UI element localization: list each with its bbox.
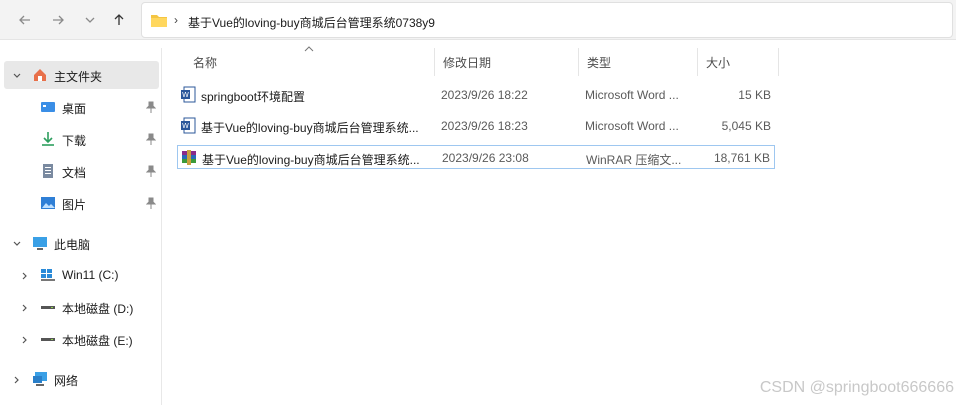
sidebar-item-drive-e[interactable]: 本地磁盘 (E:): [4, 325, 159, 353]
file-modified: 2023/9/26 18:23: [441, 119, 528, 133]
file-row[interactable]: W springboot环境配置 2023/9/26 18:22 Microso…: [177, 83, 775, 107]
pin-icon[interactable]: [146, 101, 156, 113]
chevron-right-icon[interactable]: [12, 374, 22, 384]
column-header-label: 名称: [193, 55, 218, 70]
sidebar-item-home[interactable]: 主文件夹: [4, 61, 159, 89]
arrow-right-icon: [53, 15, 64, 25]
svg-text:W: W: [182, 91, 189, 99]
column-header-label: 大小: [706, 55, 731, 70]
chevron-right-icon[interactable]: [20, 334, 30, 344]
home-icon: [34, 69, 46, 81]
file-size: 15 KB: [738, 88, 771, 102]
up-button[interactable]: [108, 9, 130, 31]
column-header-label: 类型: [587, 55, 612, 70]
navigation-bar: › 基于Vue的loving-buy商城后台管理系统0738y9: [0, 0, 956, 40]
sidebar-item-label: 本地磁盘 (E:): [62, 334, 133, 348]
drive-icon: [41, 338, 55, 341]
breadcrumb-separator: ›: [174, 13, 178, 27]
sidebar-item-label: 此电脑: [54, 238, 91, 252]
sidebar-item-label: 图片: [62, 198, 87, 212]
file-type: Microsoft Word ...: [585, 119, 679, 133]
file-list: 名称 修改日期 类型 大小 W springboot环境配置 2023/9/26…: [163, 46, 956, 405]
sidebar-item-label: 主文件夹: [54, 70, 103, 84]
file-type: WinRAR 压缩文...: [586, 153, 682, 167]
document-icon: [43, 164, 53, 178]
watermark: CSDN @springboot666666: [759, 379, 954, 396]
file-name: springboot环境配置: [201, 90, 306, 104]
sidebar-item-documents[interactable]: 文档: [4, 157, 159, 185]
pin-icon[interactable]: [146, 165, 156, 177]
drive-icon: [41, 306, 55, 309]
back-button[interactable]: [14, 9, 36, 31]
file-type: Microsoft Word ...: [585, 88, 679, 102]
sidebar-item-drive-d[interactable]: 本地磁盘 (D:): [4, 293, 159, 321]
arrow-up-icon: [114, 14, 124, 25]
sidebar-item-label: 下载: [62, 134, 87, 148]
file-modified: 2023/9/26 23:08: [442, 151, 529, 165]
column-header-name[interactable]: 名称: [185, 48, 435, 76]
sidebar-item-downloads[interactable]: 下载: [4, 125, 159, 153]
chevron-down-icon[interactable]: [12, 70, 22, 80]
desktop-icon: [41, 102, 55, 112]
sidebar-item-label: 文档: [62, 166, 87, 180]
word-document-icon: W: [181, 117, 196, 134]
sidebar-item-drive-c[interactable]: Win11 (C:): [4, 261, 159, 289]
sidebar-item-desktop[interactable]: 桌面: [4, 93, 159, 121]
network-icon: [33, 372, 47, 386]
pin-icon[interactable]: [146, 133, 156, 145]
sidebar-item-label: 桌面: [62, 102, 87, 116]
folder-icon: [151, 15, 167, 27]
file-modified: 2023/9/26 18:22: [441, 88, 528, 102]
word-document-icon: W: [181, 86, 196, 103]
sidebar-item-label: 本地磁盘 (D:): [62, 302, 134, 316]
pin-icon[interactable]: [146, 197, 156, 209]
file-size: 5,045 KB: [721, 119, 771, 133]
picture-icon: [41, 197, 55, 209]
column-header-size[interactable]: 大小: [698, 48, 779, 76]
download-icon: [42, 132, 54, 146]
navigation-pane: 主文件夹 桌面 下载 文档 图片 此电脑 Win11 (C:) 本地磁盘 (D:…: [0, 48, 162, 405]
chevron-down-icon[interactable]: [12, 238, 22, 248]
sidebar-item-pictures[interactable]: 图片: [4, 189, 159, 217]
file-size: 18,761 KB: [713, 151, 770, 165]
recent-locations-button[interactable]: [79, 9, 101, 31]
windows-drive-icon: [41, 269, 55, 281]
sidebar-item-this-pc[interactable]: 此电脑: [4, 229, 159, 257]
svg-text:W: W: [182, 122, 189, 130]
file-name: 基于Vue的loving-buy商城后台管理系统...: [201, 121, 419, 135]
winrar-archive-icon: [182, 150, 196, 165]
file-name: 基于Vue的loving-buy商城后台管理系统...: [202, 153, 420, 167]
computer-icon: [33, 237, 47, 250]
file-row[interactable]: W 基于Vue的loving-buy商城后台管理系统... 2023/9/26 …: [177, 114, 775, 138]
breadcrumb-folder[interactable]: 基于Vue的loving-buy商城后台管理系统0738y9: [188, 14, 435, 31]
sidebar-item-label: Win11 (C:): [62, 268, 119, 282]
arrow-left-icon: [19, 15, 30, 25]
sidebar-item-network[interactable]: 网络: [4, 365, 159, 393]
column-header-type[interactable]: 类型: [579, 48, 698, 76]
chevron-down-icon: [85, 17, 95, 23]
column-header-label: 修改日期: [443, 55, 492, 70]
chevron-right-icon[interactable]: [20, 270, 30, 280]
address-bar[interactable]: › 基于Vue的loving-buy商城后台管理系统0738y9: [141, 2, 953, 38]
column-header-modified[interactable]: 修改日期: [435, 48, 579, 76]
chevron-right-icon[interactable]: [20, 302, 30, 312]
forward-button[interactable]: [47, 9, 69, 31]
sidebar-item-label: 网络: [54, 374, 79, 388]
file-row[interactable]: 基于Vue的loving-buy商城后台管理系统... 2023/9/26 23…: [177, 145, 775, 169]
